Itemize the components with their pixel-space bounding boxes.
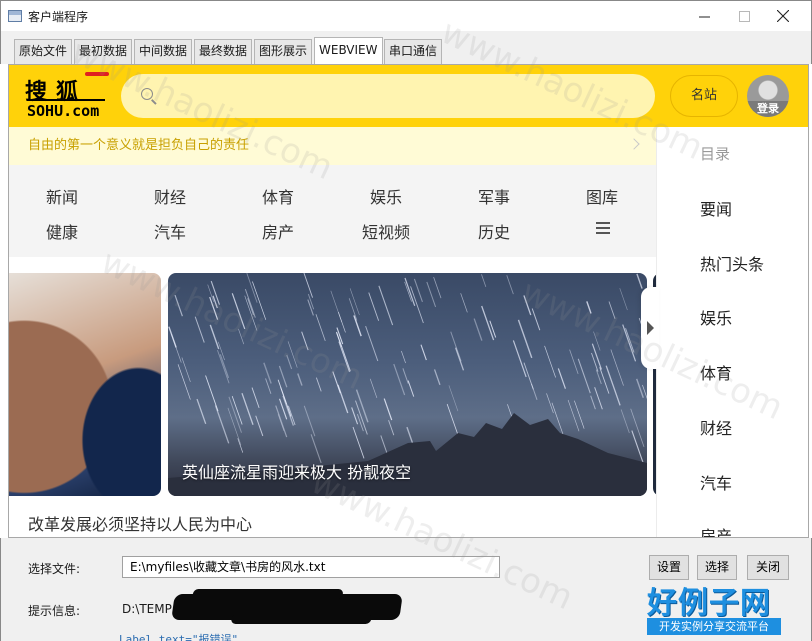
carousel-dot[interactable] [497, 495, 502, 496]
tab-bar: 原始文件 最初数据 中间数据 最终数据 图形展示 WEBVIEW 串口通信 [0, 31, 812, 64]
bottom-panel: 选择文件: E:\myfiles\收藏文章\书房的风水.txt 设置 选择 关闭… [0, 538, 812, 641]
famous-sites-button[interactable]: 名站 [670, 75, 738, 117]
sidebar-title: 目录 [700, 145, 731, 163]
title-bar: 客户端程序 [0, 0, 812, 31]
sidebar-item-auto[interactable]: 汽车 [700, 470, 732, 494]
carousel-main-slide[interactable]: 英仙座流星雨迎来极大 扮靓夜空 [168, 273, 647, 496]
slogan-bar[interactable]: 自由的第一个意义就是担负自己的责任 [9, 127, 656, 165]
menu-icon[interactable] [596, 222, 610, 234]
search-input[interactable] [121, 74, 655, 118]
login-label: 登录 [747, 101, 789, 117]
webview-panel: 搜狐 SOHU.com 名站 登录 自由的第一个意义就是担负自己的责任 新闻 财… [8, 64, 809, 538]
close-icon [777, 10, 789, 22]
settings-button[interactable]: 设置 [649, 555, 689, 580]
maximize-button[interactable] [726, 5, 762, 27]
carousel-dot[interactable] [461, 495, 466, 496]
news-carousel: 英仙座流星雨迎来极大 扮靓夜空 [9, 257, 663, 507]
carousel-dots [442, 495, 526, 496]
brand-title: 好例子网 [647, 586, 771, 621]
file-path-field[interactable]: E:\myfiles\收藏文章\书房的风水.txt [122, 556, 500, 578]
nav-item-finance[interactable]: 财经 [130, 184, 210, 208]
tab-final-data[interactable]: 最终数据 [194, 39, 253, 64]
carousel-dot[interactable] [442, 495, 454, 496]
logo-underline [27, 99, 105, 101]
sidebar-item-entertainment[interactable]: 娱乐 [700, 305, 732, 329]
carousel-dot[interactable] [509, 495, 514, 496]
tab-serial-comm[interactable]: 串口通信 [384, 39, 443, 64]
info-value: D:\TEMP [122, 602, 172, 616]
nav-item-health[interactable]: 健康 [22, 219, 102, 243]
app-window-icon [8, 10, 22, 22]
sidebar-item-realestate[interactable]: 房产 [700, 523, 732, 537]
minimize-icon [698, 16, 710, 17]
nav-item-auto[interactable]: 汽车 [130, 219, 210, 243]
maximize-icon [738, 10, 750, 22]
sidebar-item-finance[interactable]: 财经 [700, 415, 732, 439]
slide-caption: 英仙座流星雨迎来极大 扮靓夜空 [182, 463, 412, 482]
slogan-text: 自由的第一个意义就是担负自己的责任 [28, 138, 250, 153]
sidebar-item-hot[interactable]: 热门头条 [700, 251, 764, 275]
tab-intermediate-data[interactable]: 中间数据 [134, 39, 193, 64]
close-button[interactable]: 关闭 [747, 555, 789, 580]
tab-graph-display[interactable]: 图形展示 [254, 39, 313, 64]
sidebar-item-headline[interactable]: 要闻 [700, 196, 732, 220]
headline-link[interactable]: 改革发展必须坚持以人民为中心 [28, 511, 252, 535]
select-button[interactable]: 选择 [697, 555, 737, 580]
sohu-logo[interactable]: 搜狐 SOHU.com [25, 71, 117, 121]
tab-webview[interactable]: WEBVIEW [314, 37, 383, 64]
tab-initial-data[interactable]: 最初数据 [74, 39, 133, 64]
nav-item-entertainment[interactable]: 娱乐 [346, 184, 426, 208]
window-title: 客户端程序 [28, 10, 89, 24]
sidebar-item-sports[interactable]: 体育 [700, 360, 732, 384]
close-window-button[interactable] [765, 5, 801, 27]
sidebar-toggle[interactable] [641, 287, 659, 369]
triangle-right-icon [647, 321, 654, 335]
minimize-button[interactable] [686, 5, 722, 27]
info-label: 提示信息: [28, 604, 81, 618]
channel-nav: 新闻 财经 体育 娱乐 军事 图库 健康 汽车 房产 短视频 历史 [9, 165, 656, 257]
carousel-dot[interactable] [485, 495, 490, 496]
avatar[interactable]: 登录 [747, 75, 789, 117]
logo-english-text: SOHU.com [27, 102, 100, 120]
chevron-right-icon [628, 138, 640, 150]
nav-item-military[interactable]: 军事 [454, 184, 534, 208]
logo-fox-mark [85, 72, 109, 76]
code-hint-text: Label text="报错误" [119, 633, 239, 641]
haolizi-logo: 好例子网 开发实例分享交流平台 [647, 578, 781, 636]
tab-original-file[interactable]: 原始文件 [14, 39, 73, 64]
search-icon [141, 88, 153, 100]
nav-item-sports[interactable]: 体育 [238, 184, 318, 208]
carousel-dot[interactable] [521, 495, 526, 496]
brand-tagline: 开发实例分享交流平台 [647, 618, 781, 635]
file-label: 选择文件: [28, 562, 81, 576]
nav-item-short-video[interactable]: 短视频 [346, 219, 426, 243]
catalog-sidebar: 目录 要闻 热门头条 娱乐 体育 财经 汽车 房产 [641, 127, 808, 537]
nav-item-news[interactable]: 新闻 [22, 184, 102, 208]
nav-item-realestate[interactable]: 房产 [238, 219, 318, 243]
carousel-prev-slide-image[interactable] [9, 273, 161, 496]
nav-item-gallery[interactable]: 图库 [562, 184, 642, 208]
nav-item-history[interactable]: 历史 [454, 219, 534, 243]
carousel-dot[interactable] [473, 495, 478, 496]
sohu-header: 搜狐 SOHU.com 名站 登录 [9, 65, 808, 127]
redaction-scribble [171, 594, 403, 620]
